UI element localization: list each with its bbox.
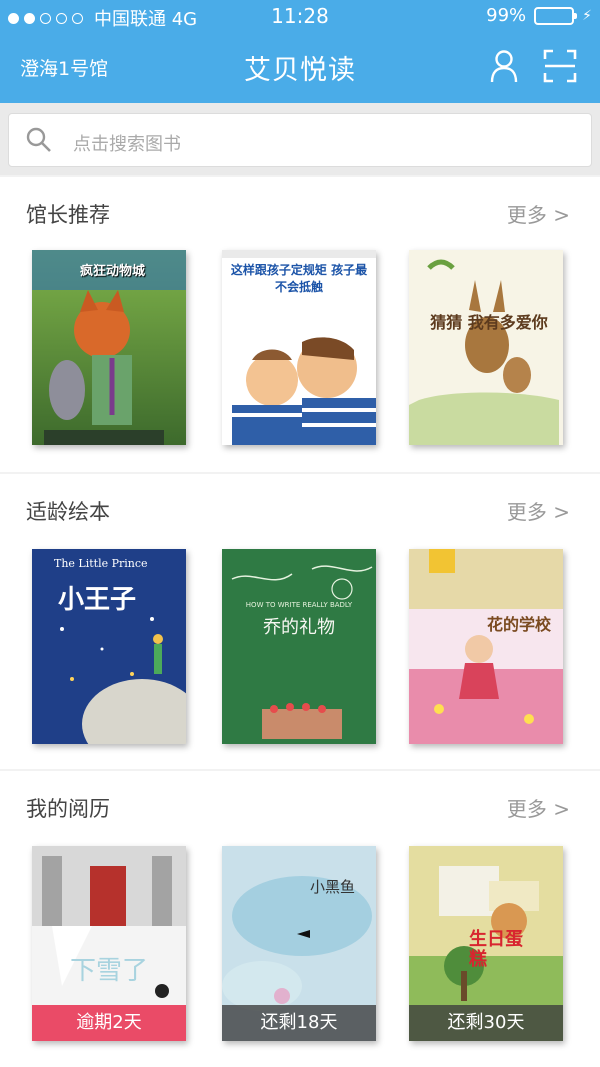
more-link[interactable]: 更多 > xyxy=(507,496,570,525)
user-button[interactable] xyxy=(486,48,522,84)
top-bar: 中国联通 4G 11:28 99% ⚡ 澄海1号馆 艾贝悦读 xyxy=(0,0,600,103)
scan-button[interactable] xyxy=(542,48,578,84)
more-link[interactable]: 更多 > xyxy=(507,793,570,822)
charging-icon: ⚡ xyxy=(582,7,592,24)
book-cover[interactable]: 猜猜 我有多爱你 xyxy=(409,250,563,445)
search-placeholder: 点击搜索图书 xyxy=(73,134,181,155)
book-title-hidden: 生日蛋糕 xyxy=(469,929,523,970)
book-subtitle-hidden: HOW TO WRITE REALLY BADLY xyxy=(245,601,353,609)
status-bar: 中国联通 4G 11:28 99% ⚡ xyxy=(0,0,600,32)
section-my-history: 我的阅历 更多 > 下雪了 逾期2天 小黑鱼 还剩18天 生日蛋糕 还剩30天 xyxy=(0,771,600,1067)
book-title-hidden: 这样跟孩子定规矩 孩子最不会抵触 xyxy=(230,263,368,294)
user-icon xyxy=(490,50,518,83)
section-recommended: 馆长推荐 更多 > 疯狂动物城 这样跟孩子定规矩 孩子最不会抵触 猜猜 我有多爱… xyxy=(0,177,600,472)
nav-bar: 澄海1号馆 艾贝悦读 xyxy=(0,32,600,103)
section-title: 适龄绘本 xyxy=(26,500,110,524)
book-cover[interactable]: 生日蛋糕 还剩30天 xyxy=(409,846,563,1041)
battery-status: 99% ⚡ xyxy=(486,5,592,26)
overdue-badge: 逾期2天 xyxy=(32,1005,186,1041)
scan-icon xyxy=(543,49,577,83)
book-cover[interactable]: 花的学校 xyxy=(409,549,563,744)
book-cover[interactable]: 下雪了 逾期2天 xyxy=(32,846,186,1041)
book-title-hidden: 花的学校 xyxy=(487,615,552,634)
book-subtitle-hidden: The Little Prince xyxy=(54,557,148,570)
remaining-badge: 还剩18天 xyxy=(222,1005,376,1041)
search-icon xyxy=(26,127,51,152)
book-cover[interactable]: 疯狂动物城 xyxy=(32,250,186,445)
book-cover[interactable]: 这样跟孩子定规矩 孩子最不会抵触 xyxy=(222,250,376,445)
remaining-badge: 还剩30天 xyxy=(409,1005,563,1041)
search-input[interactable]: 点击搜索图书 xyxy=(8,113,592,167)
section-title: 馆长推荐 xyxy=(26,203,110,227)
book-title-hidden: 下雪了 xyxy=(69,956,148,986)
book-title-hidden: 小王子 xyxy=(58,585,137,615)
search-area: 点击搜索图书 xyxy=(0,103,600,175)
book-title-hidden: 乔的礼物 xyxy=(263,617,335,638)
section-age-picture-books: 适龄绘本 更多 > The Little Prince 小王子 HOW TO W… xyxy=(0,474,600,769)
book-cover[interactable]: 小黑鱼 还剩18天 xyxy=(222,846,376,1041)
battery-percent: 99% xyxy=(486,5,527,26)
battery-icon xyxy=(534,6,578,25)
book-title-hidden: 小黑鱼 xyxy=(310,878,356,896)
section-title: 我的阅历 xyxy=(26,797,110,821)
book-cover[interactable]: The Little Prince 小王子 xyxy=(32,549,186,744)
book-cover[interactable]: HOW TO WRITE REALLY BADLY 乔的礼物 xyxy=(222,549,376,744)
book-title-hidden: 猜猜 我有多爱你 xyxy=(430,313,548,332)
more-link[interactable]: 更多 > xyxy=(507,199,570,228)
book-title-hidden: 疯狂动物城 xyxy=(80,264,146,279)
